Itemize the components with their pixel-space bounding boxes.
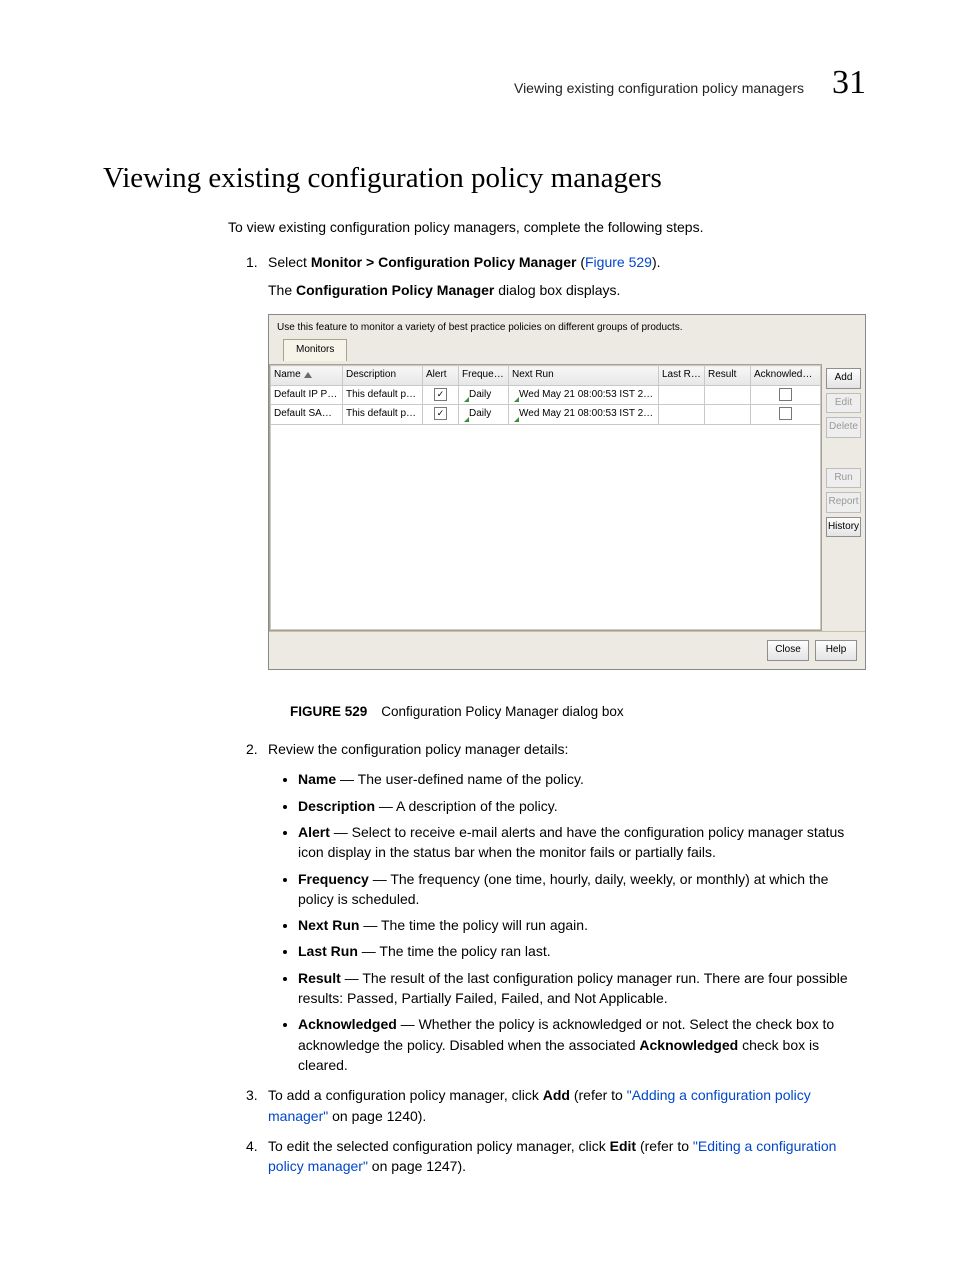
list-item: Description — A description of the polic… <box>298 796 866 816</box>
close-button[interactable]: Close <box>767 640 809 661</box>
menu-path: Monitor > Configuration Policy Manager <box>311 254 577 270</box>
col-frequency[interactable]: Frequency <box>459 366 509 386</box>
side-buttons: Add Edit Delete Run Report History <box>822 364 865 541</box>
list-item: Result — The result of the last configur… <box>298 968 866 1009</box>
alert-checkbox[interactable]: ✓ <box>434 407 447 420</box>
report-button[interactable]: Report <box>826 492 861 513</box>
ack-checkbox[interactable] <box>779 407 792 420</box>
list-item: Alert — Select to receive e-mail alerts … <box>298 822 866 863</box>
running-header: Viewing existing configuration policy ma… <box>103 58 866 107</box>
table-row[interactable]: Default SAN P... This default polic... ✓… <box>271 405 821 425</box>
dialog-hint: Use this feature to monitor a variety of… <box>277 321 857 336</box>
add-button[interactable]: Add <box>826 368 861 389</box>
running-title: Viewing existing configuration policy ma… <box>514 78 804 98</box>
edit-button[interactable]: Edit <box>826 393 861 414</box>
list-item: Last Run — The time the policy ran last. <box>298 941 866 961</box>
table-row[interactable]: Default IP Policy This default polic... … <box>271 385 821 405</box>
run-button[interactable]: Run <box>826 468 861 489</box>
col-result[interactable]: Result <box>705 366 751 386</box>
figure-dialog: Use this feature to monitor a variety of… <box>268 314 866 669</box>
list-item: Acknowledged — Whether the policy is ack… <box>298 1014 866 1075</box>
step-2: Review the configuration policy manager … <box>246 739 866 1075</box>
col-alert[interactable]: Alert <box>423 366 459 386</box>
col-name[interactable]: Name <box>271 366 343 386</box>
chapter-number: 31 <box>832 58 866 107</box>
list-item: Frequency — The frequency (one time, hou… <box>298 869 866 910</box>
history-button[interactable]: History <box>826 517 861 538</box>
col-last-run[interactable]: Last Run <box>659 366 705 386</box>
list-item: Next Run — The time the policy will run … <box>298 915 866 935</box>
figure-ref-link[interactable]: Figure 529 <box>585 254 652 270</box>
monitors-table: Name Description Alert Frequency Next Ru… <box>270 365 821 630</box>
intro-text: To view existing configuration policy ma… <box>228 217 866 237</box>
table-header: Name Description Alert Frequency Next Ru… <box>271 366 821 386</box>
col-acknowledged[interactable]: Acknowledged <box>751 366 821 386</box>
figure-caption: FIGURE 529Configuration Policy Manager d… <box>290 702 866 722</box>
col-description[interactable]: Description <box>343 366 423 386</box>
table-empty-space <box>271 425 821 630</box>
step-1: Select Monitor > Configuration Policy Ma… <box>246 252 866 721</box>
tab-monitors[interactable]: Monitors <box>283 339 347 362</box>
help-button[interactable]: Help <box>815 640 857 661</box>
ack-checkbox[interactable] <box>779 388 792 401</box>
list-item: Name — The user-defined name of the poli… <box>298 769 866 789</box>
col-next-run[interactable]: Next Run <box>509 366 659 386</box>
step-3: To add a configuration policy manager, c… <box>246 1085 866 1126</box>
page-title: Viewing existing configuration policy ma… <box>103 157 866 199</box>
sort-asc-icon <box>304 372 312 378</box>
delete-button[interactable]: Delete <box>826 417 861 438</box>
alert-checkbox[interactable]: ✓ <box>434 388 447 401</box>
step-4: To edit the selected configuration polic… <box>246 1136 866 1177</box>
